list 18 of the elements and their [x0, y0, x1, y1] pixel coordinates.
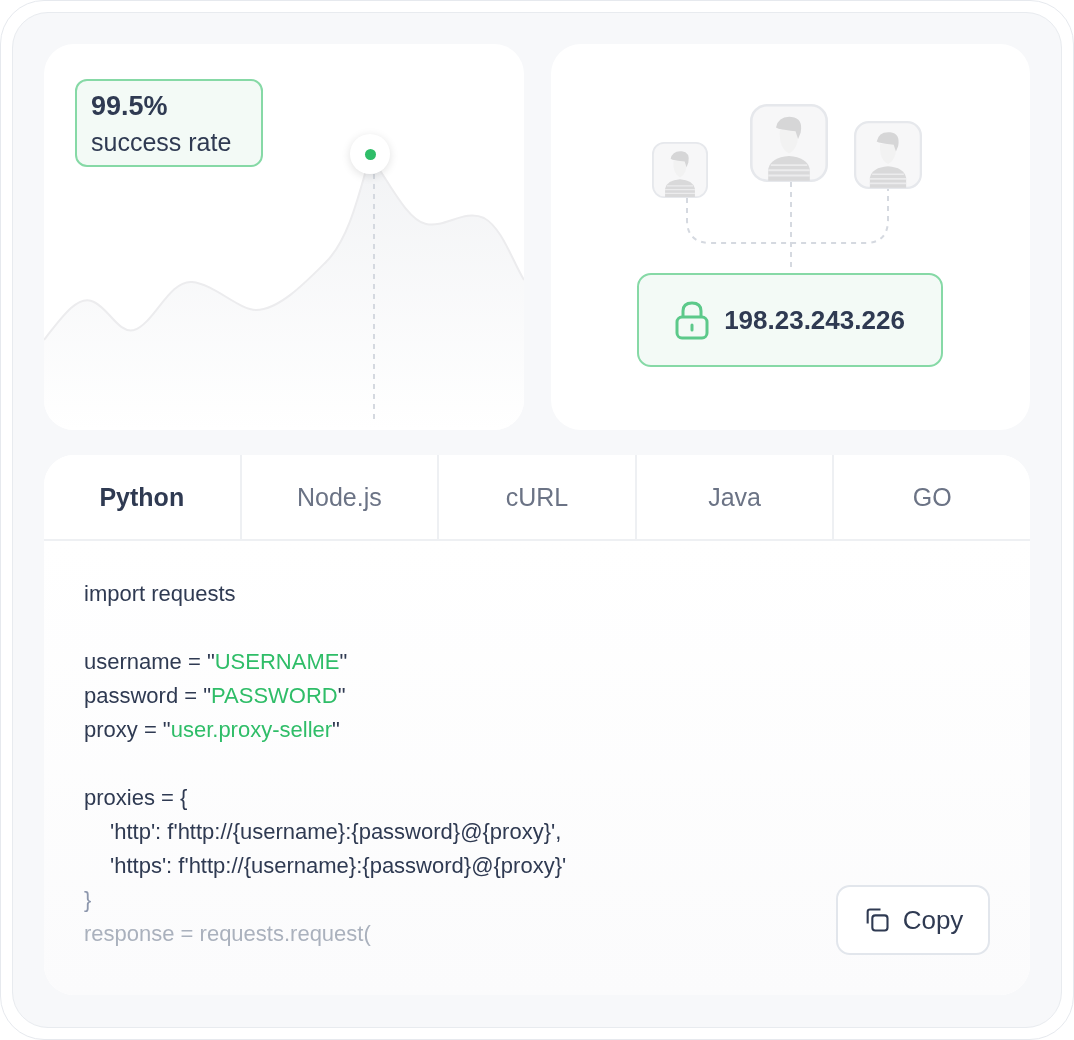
peak-marker-icon	[350, 134, 390, 174]
stat-label: success rate	[91, 128, 233, 157]
stat-value: 99.5%	[91, 91, 169, 122]
user-avatar-icon	[853, 121, 922, 189]
ip-address: 198.23.243.226	[724, 304, 905, 336]
lock-icon	[674, 300, 711, 340]
code-line: response = requests.request(	[84, 920, 371, 948]
code-line: proxy = "user.proxy-seller"	[84, 716, 340, 744]
user-avatar-icon	[651, 142, 708, 198]
user-avatar-icon	[749, 104, 828, 182]
code-line: 'http': f'http://{username}:{password}@{proxy}',	[109, 818, 562, 846]
code-line: proxies = {	[84, 784, 188, 812]
code-line: import requests	[84, 580, 236, 608]
code-line: password = "PASSWORD"	[84, 682, 346, 710]
code-line: }	[84, 886, 92, 914]
code-line: username = "USERNAME"	[84, 648, 348, 676]
code-line: 'https': f'http://{username}:{password}@{proxy}'	[109, 852, 567, 880]
copy-button[interactable]: Copy	[836, 885, 990, 955]
